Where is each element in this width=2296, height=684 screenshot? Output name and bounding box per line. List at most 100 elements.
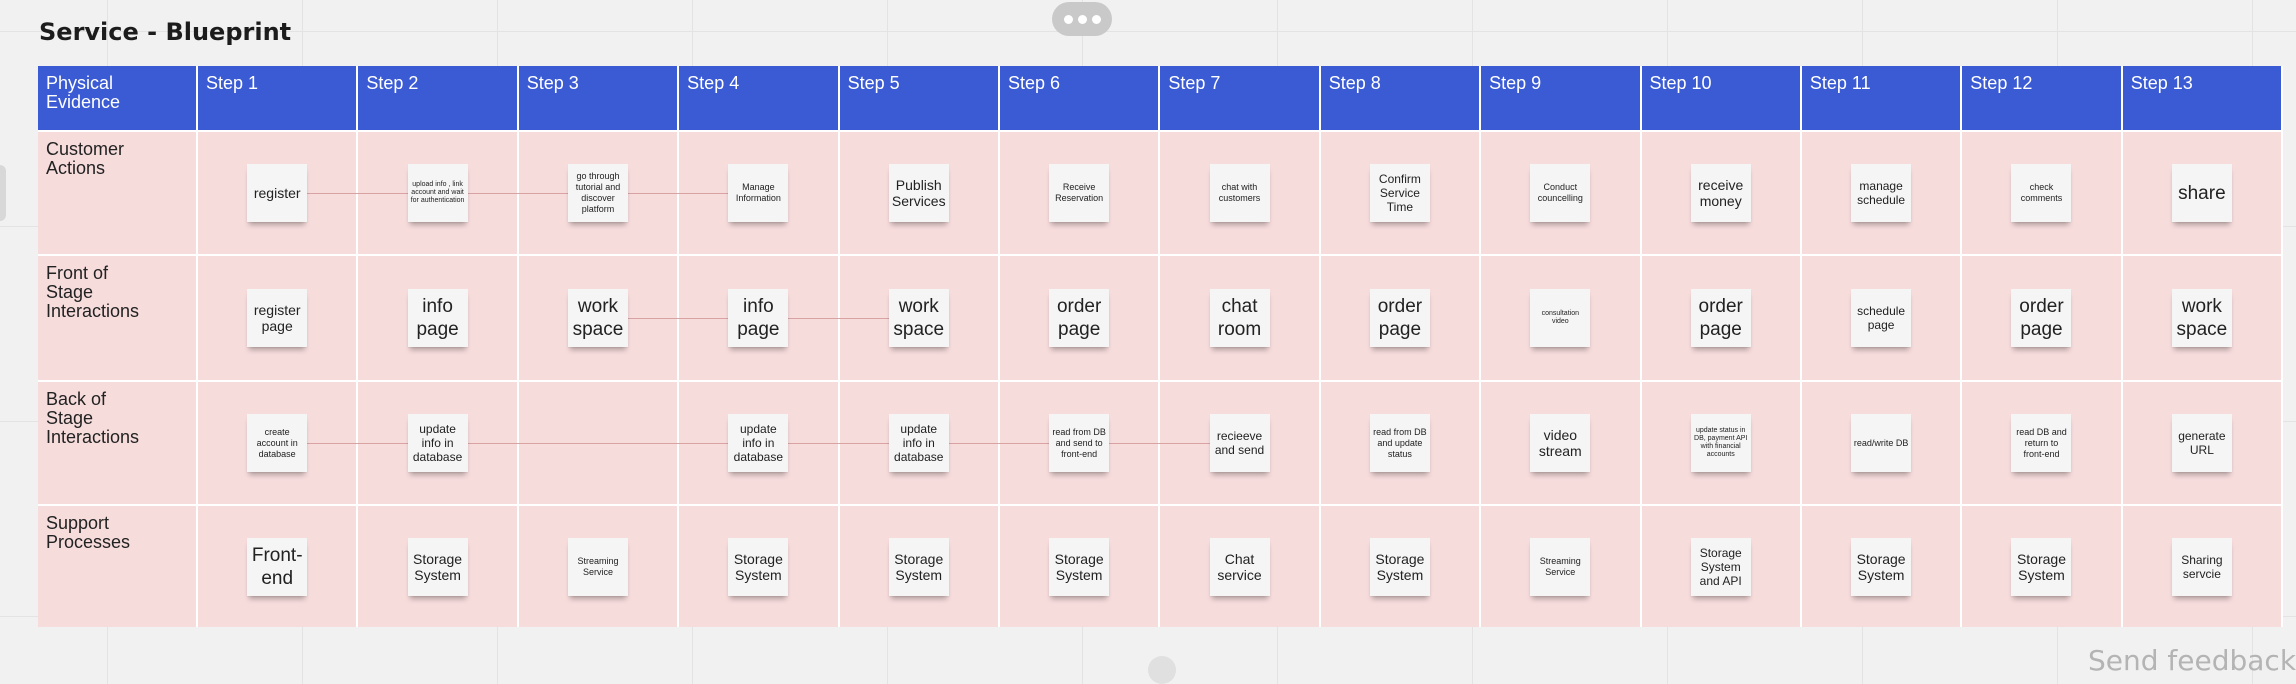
sticky-note[interactable]: go through tutorial and discover platfor… <box>567 164 628 222</box>
sticky-note[interactable]: Storage System <box>728 537 789 596</box>
header-label-line: Physical <box>46 73 114 93</box>
sticky-note[interactable]: schedule page <box>1851 289 1912 347</box>
row-label-line: Front of <box>46 263 109 283</box>
row-label: Support Processes <box>38 504 198 627</box>
blueprint-cell: Streaming Service <box>518 504 680 627</box>
blueprint-cell: Front-end <box>198 504 359 627</box>
sticky-note[interactable]: recieeve and send <box>1209 414 1270 472</box>
sticky-note[interactable]: chat with customers <box>1209 164 1270 222</box>
row-label-line: Stage Interactions <box>46 282 140 321</box>
sticky-note[interactable]: Publish Services <box>888 164 949 222</box>
blueprint-cell: Conduct councelling <box>1481 130 1642 254</box>
blueprint-cell: schedule page <box>1801 254 1963 380</box>
sticky-note[interactable]: Receive Reservation <box>1049 164 1110 222</box>
blueprint-cell: generate URL <box>2122 380 2284 504</box>
header-step-7: Step 7 <box>1160 66 1321 130</box>
sticky-note[interactable]: Streaming Service <box>1530 537 1591 596</box>
blueprint-cell: order page <box>1962 254 2123 380</box>
sticky-note[interactable]: info page <box>407 289 468 347</box>
row-label-line: Actions <box>46 158 106 178</box>
header-step-2: Step 2 <box>358 66 519 130</box>
blueprint-cell: Streaming Service <box>1481 504 1642 627</box>
sticky-note[interactable]: info page <box>728 289 789 347</box>
more-options-button[interactable] <box>1052 2 1112 36</box>
sticky-note[interactable]: read DB and return to front-end <box>2011 414 2072 472</box>
row-label-line: Processes <box>46 532 131 552</box>
sticky-note[interactable]: Confirm Service Time <box>1369 164 1430 222</box>
header-step-6: Step 6 <box>999 66 1161 130</box>
sticky-note[interactable]: order page <box>2011 289 2072 347</box>
sticky-note[interactable]: Manage Information <box>728 164 789 222</box>
sticky-note[interactable]: work space <box>567 289 628 347</box>
sticky-note[interactable]: video stream <box>1530 414 1591 472</box>
sticky-note[interactable]: chat room <box>1209 289 1270 347</box>
sticky-note[interactable]: update info in database <box>728 414 789 472</box>
blueprint-cell: Storage System <box>679 504 840 627</box>
header-step-1: Step 1 <box>198 66 359 130</box>
sticky-note[interactable]: Storage System <box>2011 537 2072 596</box>
sticky-note[interactable]: register <box>247 164 308 222</box>
blueprint-cell: work space <box>2122 254 2284 380</box>
sticky-note[interactable]: consultation video <box>1530 289 1591 347</box>
sticky-note[interactable]: generate URL <box>2171 414 2232 472</box>
side-panel-handle[interactable] <box>0 165 6 221</box>
sticky-note[interactable]: Streaming Service <box>567 537 628 596</box>
sticky-note[interactable]: check comments <box>2011 164 2072 222</box>
sticky-note[interactable]: Storage System <box>888 537 949 596</box>
blueprint-cell: manage schedule <box>1801 130 1963 254</box>
blueprint-cell: register page <box>198 254 359 380</box>
more-dots-icon <box>1091 14 1101 24</box>
row-label-line: Back of <box>46 389 107 409</box>
blueprint-cell: Receive Reservation <box>999 130 1161 254</box>
blueprint-cell: Chat service <box>1160 504 1321 627</box>
sticky-note[interactable]: Front-end <box>247 537 308 596</box>
sticky-note[interactable]: read from DB and send to front-end <box>1049 414 1110 472</box>
blueprint-cell: read from DB and send to front-end <box>999 380 1161 504</box>
blueprint-cell: read/write DB <box>1801 380 1963 504</box>
send-feedback-link[interactable]: Send feedback <box>2088 644 2296 677</box>
sticky-note[interactable]: update info in database <box>407 414 468 472</box>
sticky-note[interactable]: work space <box>2171 289 2232 347</box>
sticky-note[interactable]: order page <box>1049 289 1110 347</box>
board-title: Service - Blueprint <box>39 18 292 46</box>
sticky-note[interactable]: read/write DB <box>1851 414 1912 472</box>
sticky-note[interactable]: order page <box>1690 289 1751 347</box>
sticky-note[interactable]: register page <box>247 289 308 347</box>
scroll-indicator[interactable] <box>1148 656 1176 684</box>
header-physical-evidence: Physical Evidence <box>38 66 198 130</box>
row-label: Customer Actions <box>38 130 198 254</box>
blueprint-cell: video stream <box>1481 380 1642 504</box>
sticky-note[interactable]: update status in DB, payment API with fi… <box>1690 414 1751 472</box>
blueprint-cell: register <box>198 130 359 254</box>
sticky-note[interactable]: read from DB and update status <box>1369 414 1430 472</box>
sticky-note[interactable]: update info in database <box>888 414 949 472</box>
sticky-note[interactable]: Chat service <box>1209 537 1270 596</box>
sticky-note[interactable]: Storage System <box>407 537 468 596</box>
blueprint-cell: chat with customers <box>1160 130 1321 254</box>
sticky-note[interactable]: Conduct councelling <box>1530 164 1591 222</box>
sticky-note[interactable]: work space <box>888 289 949 347</box>
blueprint-cell: read from DB and update status <box>1320 380 1482 504</box>
sticky-note[interactable]: manage schedule <box>1851 164 1912 222</box>
sticky-note[interactable]: create account in database <box>247 414 308 472</box>
sticky-note[interactable]: Storage System and API <box>1690 537 1751 596</box>
blueprint-cell: share <box>2122 130 2284 254</box>
blueprint-cell: chat room <box>1160 254 1321 380</box>
blueprint-cell: Storage System <box>999 504 1161 627</box>
sticky-note[interactable]: Sharing servcie <box>2171 537 2232 596</box>
blueprint-cell: Storage System <box>358 504 519 627</box>
more-dots-icon <box>1077 14 1087 24</box>
blueprint-cell: Storage System <box>1320 504 1482 627</box>
sticky-note[interactable]: share <box>2171 164 2232 222</box>
header-step-12: Step 12 <box>1962 66 2123 130</box>
sticky-note[interactable]: Storage System <box>1369 537 1430 596</box>
blueprint-cell: Storage System and API <box>1641 504 1802 627</box>
sticky-note[interactable]: order page <box>1369 289 1430 347</box>
service-blueprint-table: Physical Evidence Step 1 Step 2 Step 3 Step 4… <box>38 66 2284 628</box>
sticky-note[interactable]: receive money <box>1690 164 1751 222</box>
header-step-8: Step 8 <box>1320 66 1482 130</box>
sticky-note[interactable]: Storage System <box>1049 537 1110 596</box>
blueprint-cell: Publish Services <box>839 130 1000 254</box>
sticky-note[interactable]: Storage System <box>1851 537 1912 596</box>
sticky-note[interactable]: upload info , link account and wait for … <box>407 164 468 222</box>
